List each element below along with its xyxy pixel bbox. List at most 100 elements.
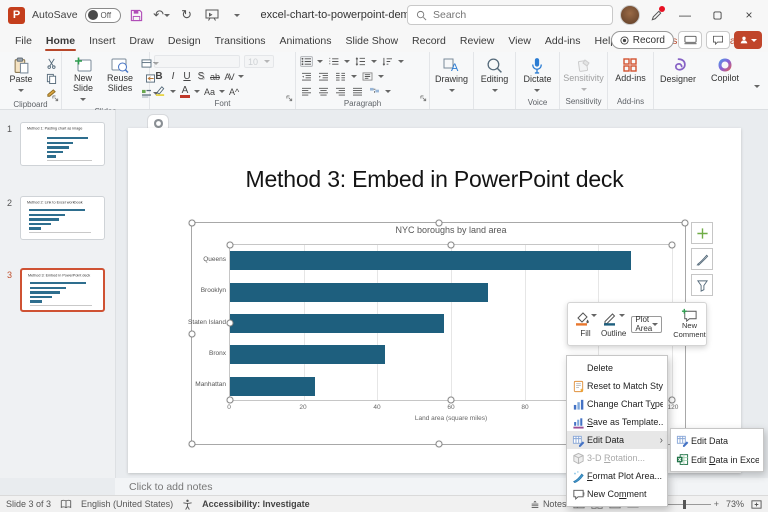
tab-view[interactable]: View bbox=[501, 32, 538, 50]
selection-handle[interactable] bbox=[435, 219, 442, 227]
autosave-toggle[interactable]: Off bbox=[84, 7, 121, 23]
selection-handle[interactable] bbox=[668, 396, 676, 404]
font-size-combobox[interactable]: 10 bbox=[244, 55, 274, 68]
zoom-level[interactable]: 73% bbox=[726, 499, 744, 509]
redo-icon[interactable]: ↻ bbox=[178, 6, 196, 24]
line-spacing-icon[interactable] bbox=[354, 56, 367, 67]
menu-item-new-comment[interactable]: New Comment bbox=[567, 485, 667, 503]
present-in-teams-button[interactable] bbox=[678, 31, 702, 49]
slide-thumbnail-1[interactable]: 1 Method 1: Pasting chart as image bbox=[7, 122, 105, 166]
clipboard-dialog-launcher-icon[interactable] bbox=[52, 89, 59, 107]
justify-icon[interactable] bbox=[351, 86, 364, 97]
columns-icon[interactable] bbox=[334, 71, 347, 82]
selection-handle[interactable] bbox=[226, 396, 234, 404]
tab-record[interactable]: Record bbox=[405, 32, 453, 50]
selection-handle[interactable] bbox=[188, 219, 196, 227]
selection-handle[interactable] bbox=[668, 241, 676, 249]
tab-draw[interactable]: Draw bbox=[122, 32, 161, 50]
spellcheck-book-icon[interactable] bbox=[60, 499, 72, 509]
chart-styles-button[interactable] bbox=[691, 248, 713, 270]
text-direction-icon[interactable] bbox=[361, 71, 374, 82]
comments-button[interactable] bbox=[706, 31, 730, 49]
copy-icon[interactable] bbox=[41, 72, 61, 84]
save-icon[interactable] bbox=[128, 6, 146, 24]
tab-file[interactable]: File bbox=[8, 32, 39, 50]
tab-insert[interactable]: Insert bbox=[82, 32, 122, 50]
undo-icon[interactable]: ↶ bbox=[153, 6, 171, 24]
notes-toggle-button[interactable]: Notes bbox=[530, 499, 566, 509]
text-shadow-icon[interactable]: S bbox=[196, 71, 206, 82]
chart-elements-button[interactable] bbox=[691, 222, 713, 244]
chart-bar-manhattan[interactable] bbox=[230, 376, 315, 396]
selection-handle[interactable] bbox=[188, 440, 196, 448]
tab-review[interactable]: Review bbox=[453, 32, 501, 50]
drawing-button[interactable]: A Drawing bbox=[434, 55, 469, 109]
bullets-icon[interactable] bbox=[300, 56, 313, 67]
copilot-button[interactable]: Copilot bbox=[708, 55, 742, 109]
outline-button[interactable]: Outline bbox=[599, 310, 628, 339]
italic-icon[interactable]: I bbox=[168, 71, 178, 82]
increase-indent-icon[interactable] bbox=[317, 71, 330, 82]
new-comment-button[interactable]: New Comment bbox=[671, 308, 708, 339]
menu-item-format-plot-area[interactable]: Format Plot Area... bbox=[567, 467, 667, 485]
zoom-in-icon[interactable]: + bbox=[714, 499, 719, 509]
record-button[interactable]: Record bbox=[610, 31, 674, 49]
zoom-slider-thumb[interactable] bbox=[682, 499, 686, 509]
menu-item-edit-data[interactable]: Edit Data › bbox=[567, 431, 667, 449]
tab-slide-show[interactable]: Slide Show bbox=[339, 32, 406, 50]
selection-handle[interactable] bbox=[447, 396, 455, 404]
tab-design[interactable]: Design bbox=[161, 32, 208, 50]
font-dialog-launcher-icon[interactable] bbox=[286, 89, 293, 107]
addins-button[interactable]: Add-ins bbox=[612, 55, 649, 96]
spacing-chevron-icon[interactable] bbox=[238, 75, 245, 81]
align-right-icon[interactable] bbox=[334, 86, 347, 97]
paragraph-dialog-launcher-icon[interactable] bbox=[420, 89, 427, 107]
search-bar[interactable] bbox=[407, 5, 613, 25]
font-name-combobox[interactable] bbox=[154, 55, 240, 68]
underline-icon[interactable]: U bbox=[182, 71, 192, 82]
quick-access-chevron-icon[interactable] bbox=[228, 6, 246, 24]
menu-item-reset-to-match-style[interactable]: Reset to Match Style bbox=[567, 377, 667, 395]
tab-animations[interactable]: Animations bbox=[273, 32, 339, 50]
align-left-icon[interactable] bbox=[300, 86, 313, 97]
editor-pen-icon[interactable] bbox=[646, 5, 666, 25]
powerpoint-logo-icon[interactable]: P bbox=[8, 6, 25, 24]
cut-icon[interactable] bbox=[41, 57, 61, 69]
selection-handle[interactable] bbox=[188, 330, 196, 337]
submenu-item-edit-data-in-excel[interactable]: Edit Data in Excel bbox=[671, 450, 763, 469]
submenu-item-edit-data[interactable]: Edit Data bbox=[671, 431, 763, 450]
align-center-icon[interactable] bbox=[317, 86, 330, 97]
minimize-button[interactable]: — bbox=[672, 4, 698, 26]
notes-pane[interactable]: Click to add notes bbox=[115, 478, 768, 495]
user-avatar[interactable] bbox=[620, 5, 640, 25]
paste-button[interactable]: Paste bbox=[4, 55, 38, 99]
numbering-icon[interactable] bbox=[327, 56, 340, 67]
chart-element-selector[interactable]: Plot Area bbox=[631, 315, 663, 333]
selection-handle[interactable] bbox=[447, 241, 455, 249]
editing-button[interactable]: Editing bbox=[478, 55, 512, 109]
fill-button[interactable]: Fill bbox=[572, 310, 599, 339]
designer-button[interactable]: Designer bbox=[658, 55, 698, 109]
chart-bar-brooklyn[interactable] bbox=[230, 282, 488, 302]
strikethrough-icon[interactable]: ab bbox=[210, 72, 220, 82]
maximize-button[interactable] bbox=[704, 4, 730, 26]
chart-title[interactable]: NYC boroughs by land area bbox=[229, 225, 673, 235]
slide-thumbnail-2[interactable]: 2 Method 2: Link to Excel workbook bbox=[7, 196, 105, 240]
menu-item-save-as-template[interactable]: Save as Template... bbox=[567, 413, 667, 431]
chart-filters-button[interactable] bbox=[691, 274, 713, 296]
menu-item-change-chart-type[interactable]: Change Chart Type... bbox=[567, 395, 667, 413]
collapse-ribbon-icon[interactable] bbox=[754, 85, 760, 108]
grow-font-icon[interactable]: A^ bbox=[229, 87, 239, 97]
search-input[interactable] bbox=[433, 9, 583, 21]
selection-handle[interactable] bbox=[681, 219, 689, 227]
convert-smartart-icon[interactable] bbox=[368, 86, 381, 97]
character-spacing-icon[interactable]: AV bbox=[224, 72, 234, 82]
slide-title[interactable]: Method 3: Embed in PowerPoint deck bbox=[128, 166, 741, 193]
fit-to-window-icon[interactable] bbox=[751, 499, 762, 510]
chart-bar-bronx[interactable] bbox=[230, 345, 385, 365]
share-button[interactable] bbox=[734, 31, 762, 49]
tab-add-ins[interactable]: Add-ins bbox=[538, 32, 588, 50]
new-slide-button[interactable]: New Slide bbox=[66, 55, 100, 106]
chart-bar-staten-island[interactable] bbox=[230, 314, 444, 333]
tab-home[interactable]: Home bbox=[39, 32, 82, 51]
